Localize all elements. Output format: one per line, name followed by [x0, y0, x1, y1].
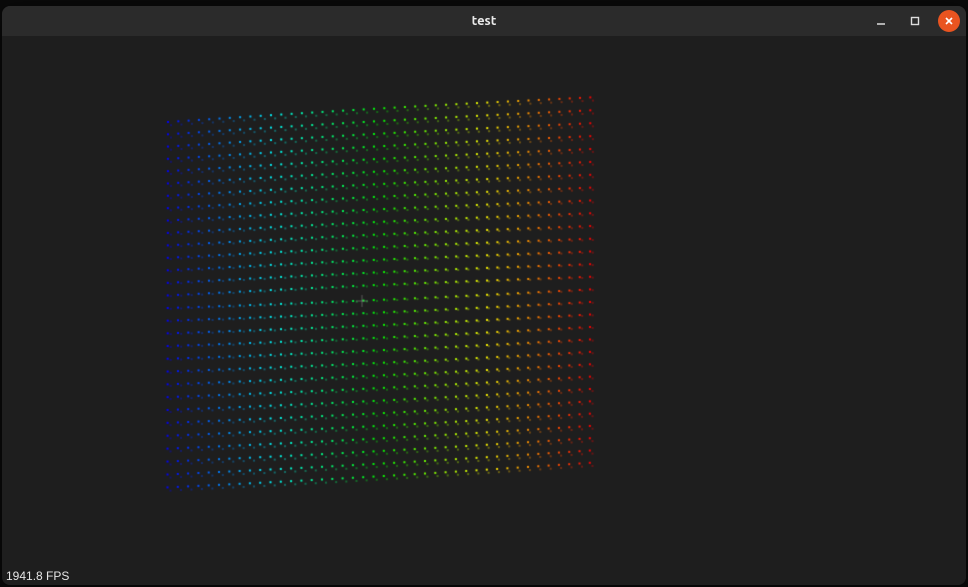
viewport[interactable]: 1941.8 FPS — [2, 36, 966, 585]
titlebar[interactable]: test — [2, 6, 966, 36]
close-button[interactable] — [938, 10, 960, 32]
application-window: test 1941.8 FPS — [2, 6, 966, 585]
close-icon — [943, 15, 955, 27]
window-controls — [870, 10, 960, 32]
point-cloud-canvas[interactable] — [2, 36, 966, 585]
maximize-button[interactable] — [904, 10, 926, 32]
window-title: test — [472, 14, 497, 28]
minimize-icon — [875, 15, 887, 27]
maximize-icon — [909, 15, 921, 27]
fps-counter: 1941.8 FPS — [6, 569, 69, 583]
minimize-button[interactable] — [870, 10, 892, 32]
